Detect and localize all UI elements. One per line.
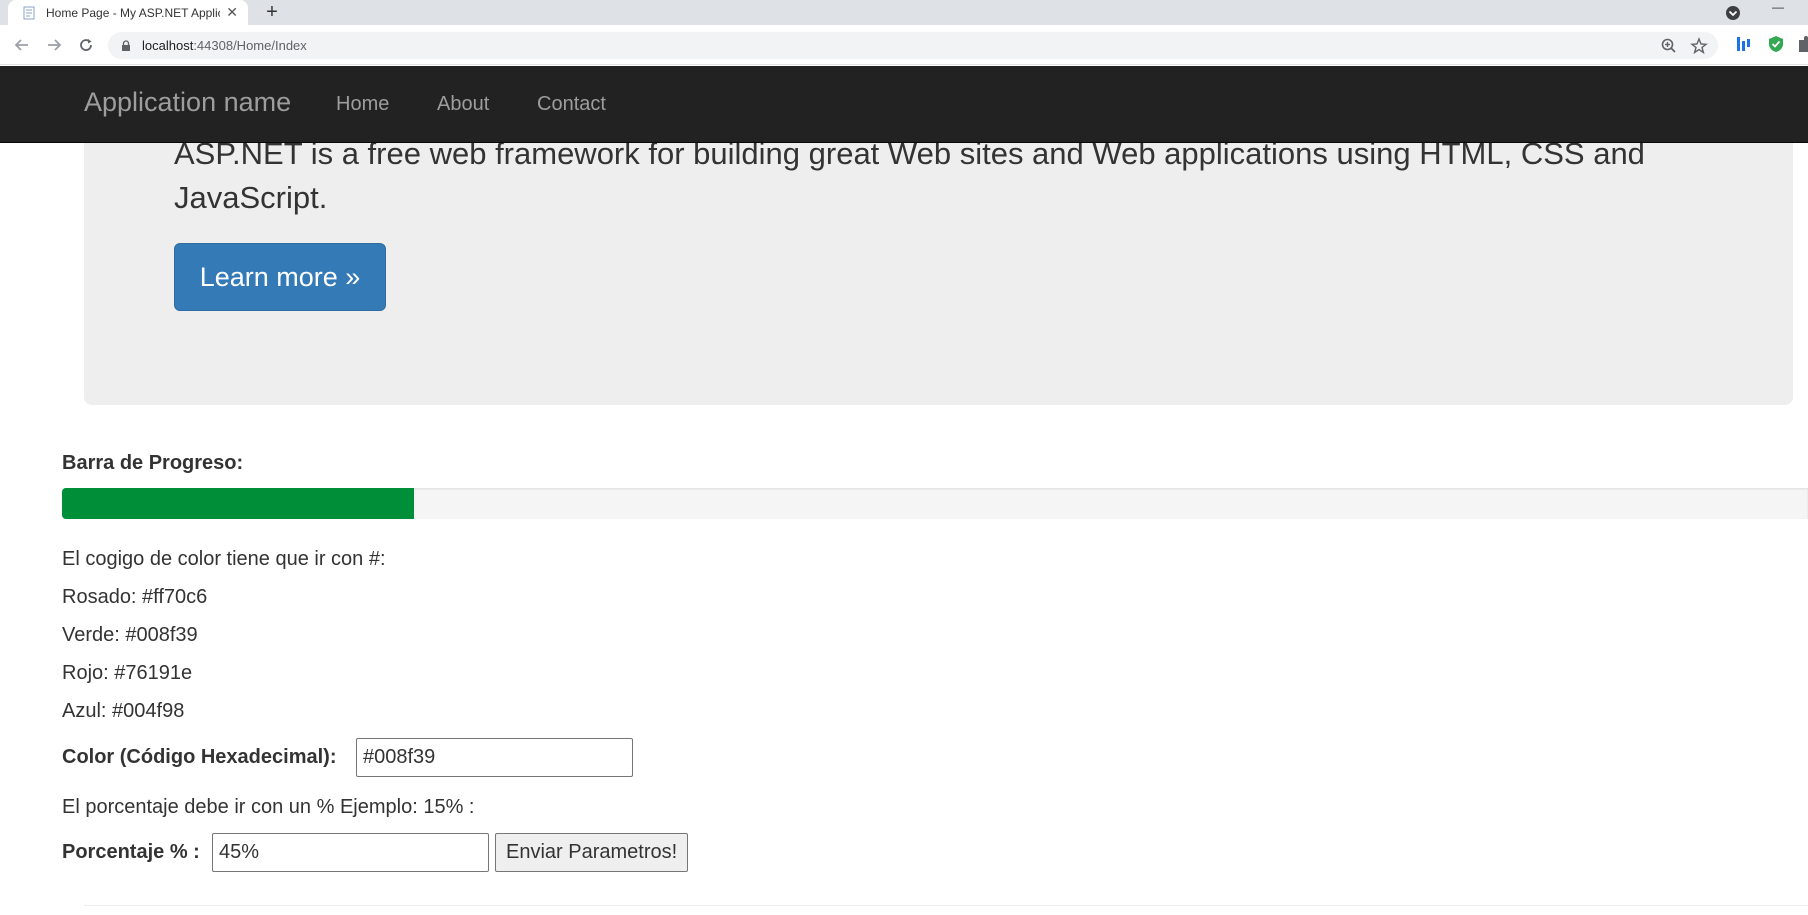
forward-icon[interactable] — [43, 34, 65, 56]
progress-fill — [62, 488, 414, 519]
color-example-pink: Rosado: #ff70c6 — [62, 586, 208, 608]
back-icon[interactable] — [11, 34, 33, 56]
color-example-green: Verde: #008f39 — [62, 624, 198, 646]
browser-tab[interactable]: Home Page - My ASP.NET Applic ✕ — [8, 0, 248, 25]
url-host: localhost — [142, 38, 194, 53]
navbar: Application name Home About Contact — [0, 66, 1808, 143]
web-page: ASP.NET is a free web framework for buil… — [0, 66, 1808, 915]
progress-title: Barra de Progreso: — [62, 452, 244, 474]
reload-icon[interactable] — [75, 34, 97, 56]
color-hint: El cogigo de color tiene que ir con #: — [62, 548, 386, 570]
plus-icon[interactable]: + — [262, 0, 282, 25]
star-icon[interactable] — [1690, 37, 1708, 55]
jumbotron-lead: ASP.NET is a free web framework for buil… — [174, 136, 1645, 215]
color-example-blue: Azul: #004f98 — [62, 700, 185, 722]
nav-link-about[interactable]: About — [437, 93, 489, 116]
tab-title: Home Page - My ASP.NET Applic — [46, 5, 221, 20]
zoom-icon[interactable] — [1660, 37, 1678, 55]
submit-button[interactable]: Enviar Parametros! — [495, 833, 689, 872]
address-bar[interactable]: localhost:44308/Home/Index — [108, 32, 1718, 59]
divider — [84, 905, 1808, 906]
url-path: :44308/Home/Index — [193, 38, 307, 53]
nav-link-contact[interactable]: Contact — [537, 93, 606, 116]
color-label: Color (Código Hexadecimal): — [62, 746, 337, 768]
shield-icon[interactable] — [1766, 34, 1786, 54]
learn-more-button[interactable]: Learn more » — [174, 243, 386, 311]
minimize-button[interactable]: — — [1772, 0, 1792, 14]
brand-link[interactable]: Application name — [84, 87, 291, 118]
nav-link-home[interactable]: Home — [336, 93, 389, 116]
puzzle-icon[interactable] — [1796, 34, 1808, 54]
percent-hint: El porcentaje debe ir con un % Ejemplo: … — [62, 796, 475, 818]
close-icon[interactable]: ✕ — [226, 4, 238, 21]
progress-bar — [62, 488, 1808, 519]
color-example-red: Rojo: #76191e — [62, 662, 193, 684]
percent-input[interactable] — [212, 833, 489, 872]
color-input[interactable] — [356, 738, 633, 777]
extension-icon[interactable] — [1734, 34, 1754, 54]
page-icon — [23, 6, 35, 19]
tab-strip: Home Page - My ASP.NET Applic ✕ + — — [0, 0, 1808, 25]
percent-label: Porcentaje % : — [62, 841, 200, 863]
tab-search-icon[interactable] — [1724, 4, 1742, 22]
lock-icon — [122, 39, 130, 51]
browser-toolbar: localhost:44308/Home/Index — [0, 25, 1808, 65]
